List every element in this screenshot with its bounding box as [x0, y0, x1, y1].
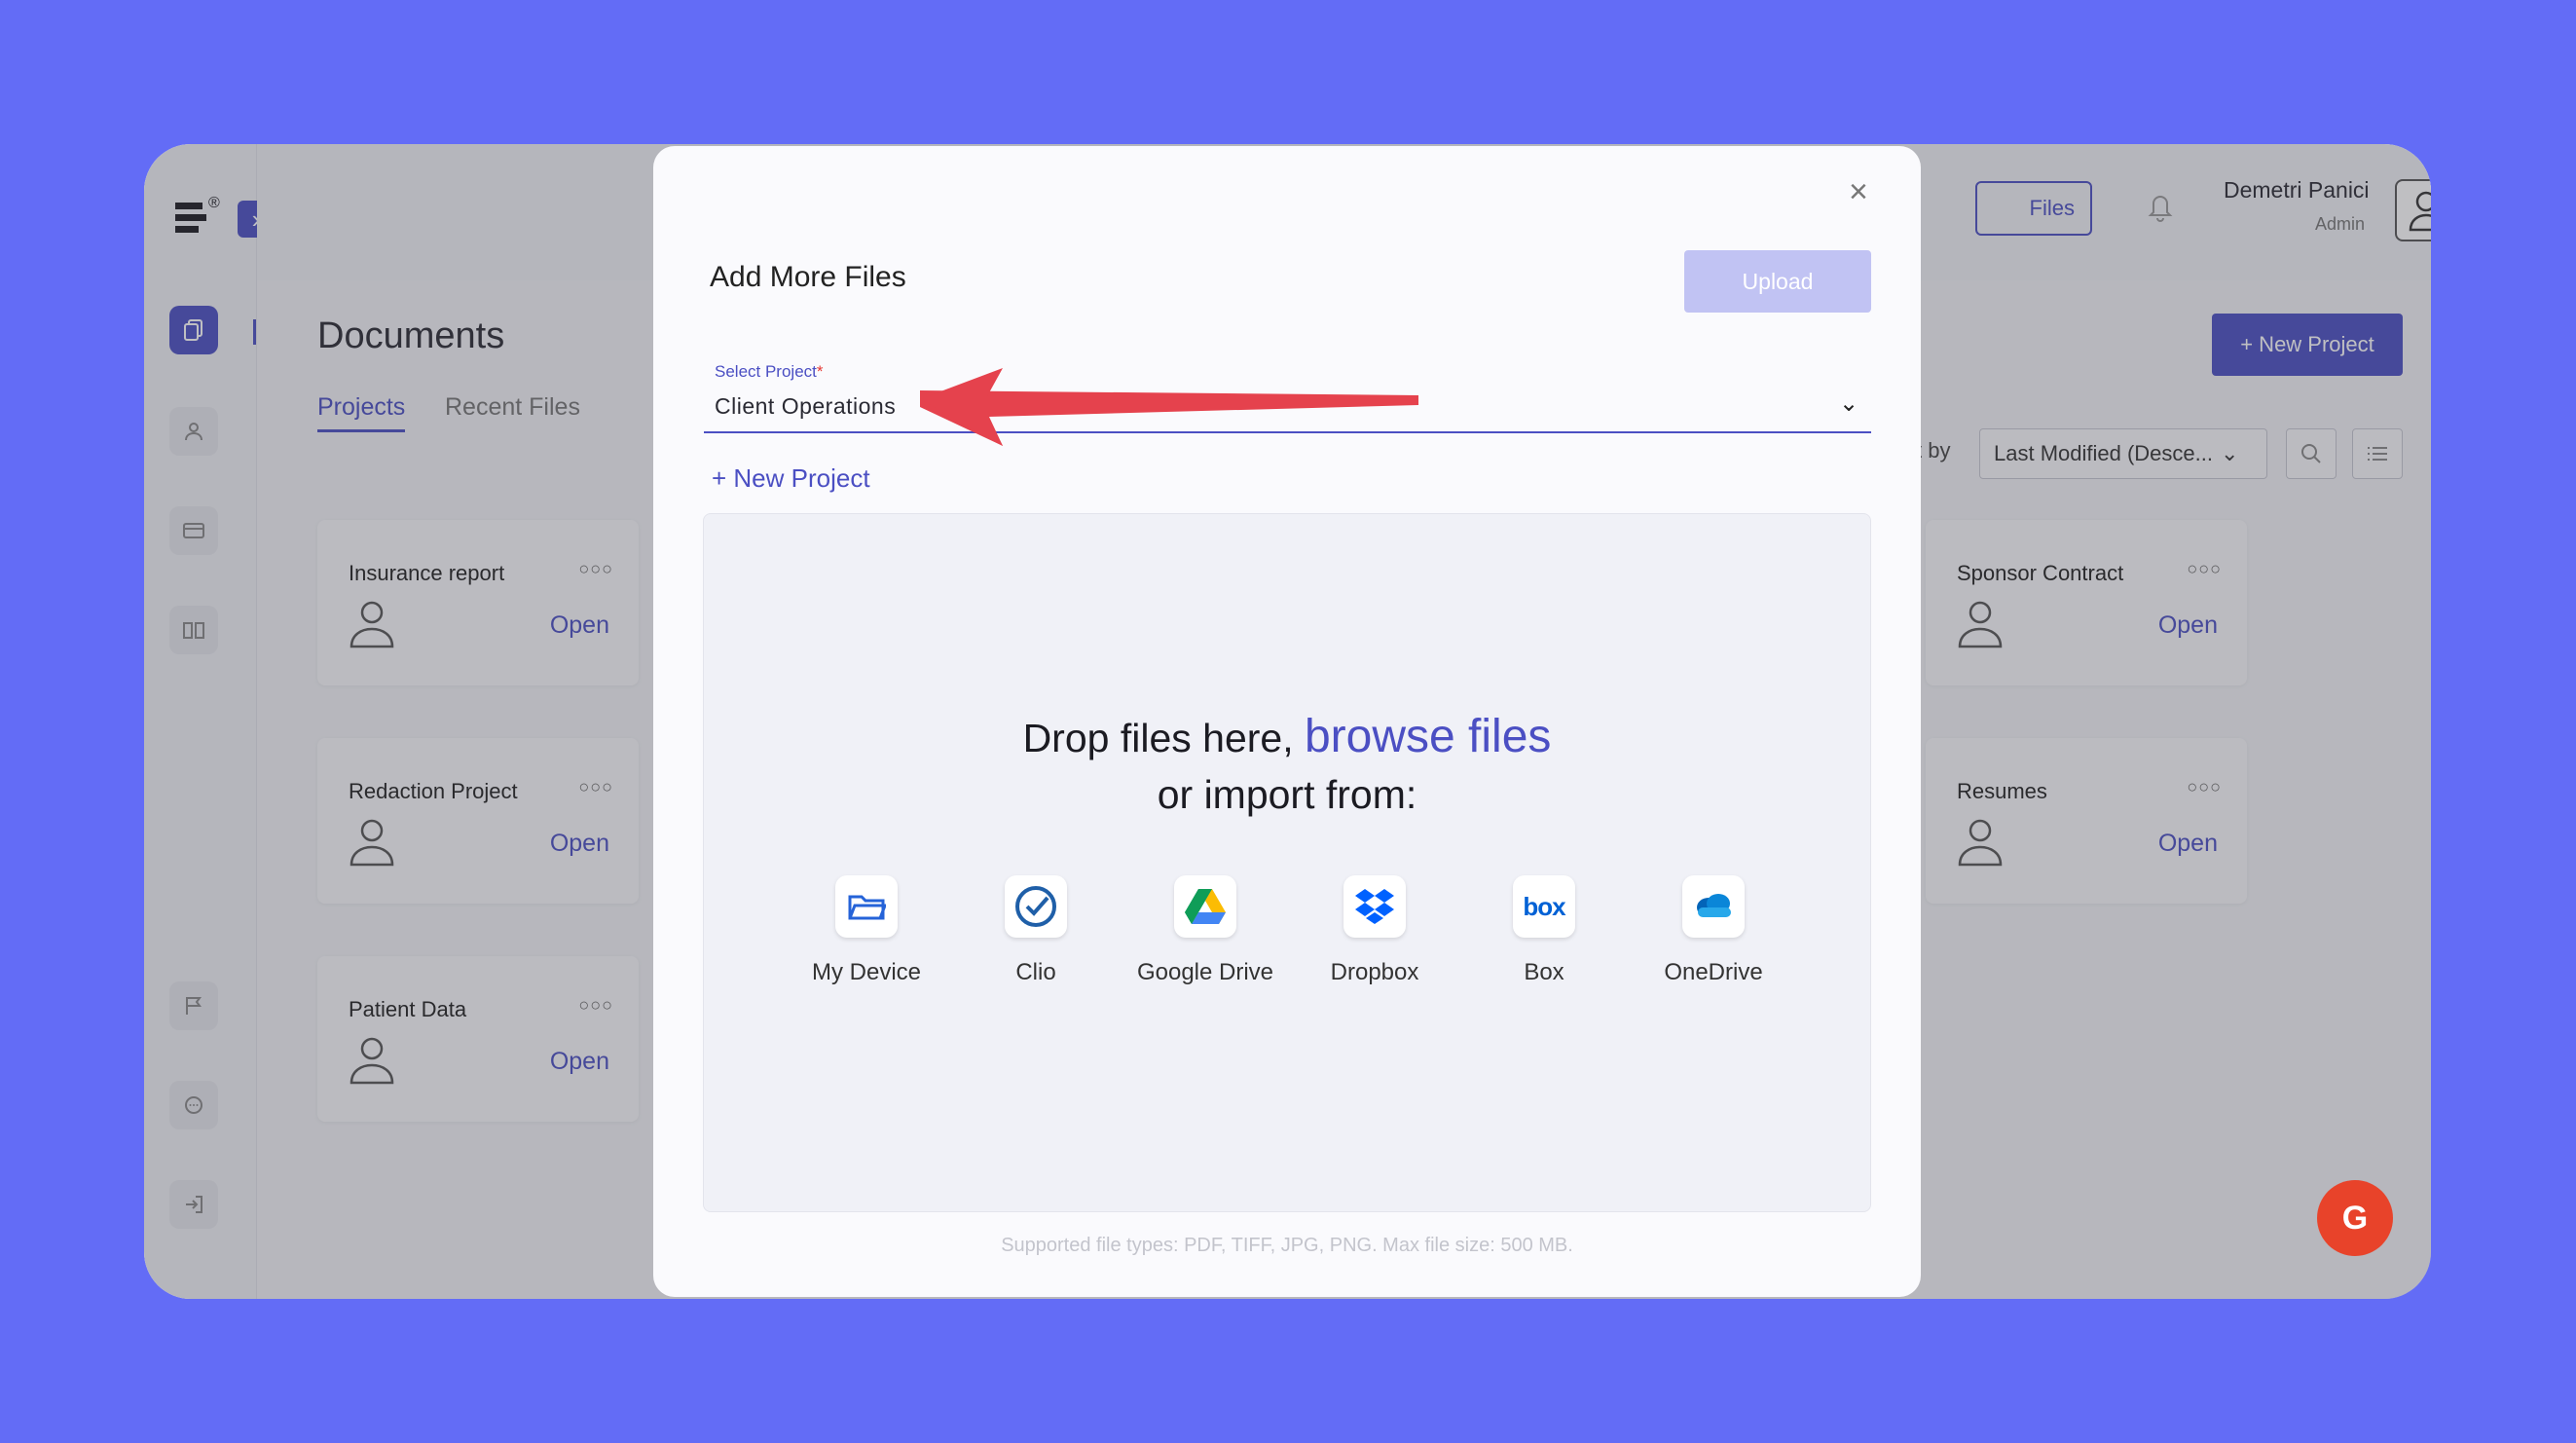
source-clio[interactable]: Clio — [951, 875, 1121, 986]
source-google-drive[interactable]: Google Drive — [1121, 875, 1290, 986]
drop-instructions: Drop files here, browse files or import … — [1022, 711, 1552, 817]
supported-file-types: Supported file types: PDF, TIFF, JPG, PN… — [1001, 1235, 1573, 1256]
onedrive-icon — [1682, 875, 1745, 938]
select-project-label: Select Project* — [715, 362, 824, 381]
modal-title: Add More Files — [710, 261, 906, 293]
select-underline — [704, 431, 1871, 433]
google-drive-icon — [1174, 875, 1236, 938]
new-project-link[interactable]: + New Project — [712, 463, 870, 494]
folder-icon — [835, 875, 898, 938]
source-my-device[interactable]: My Device — [782, 875, 951, 986]
close-icon[interactable]: × — [1849, 173, 1868, 211]
source-box[interactable]: box Box — [1459, 875, 1629, 986]
source-dropbox[interactable]: Dropbox — [1290, 875, 1459, 986]
chevron-down-icon[interactable]: ⌄ — [1839, 389, 1858, 418]
import-sources: My Device Clio Google Drive Dropbox box … — [782, 875, 1794, 992]
select-project-value[interactable]: Client Operations — [715, 393, 896, 420]
clio-icon — [1005, 875, 1067, 938]
g2-badge[interactable]: G — [2317, 1180, 2393, 1256]
box-icon: box — [1513, 875, 1575, 938]
source-onedrive[interactable]: OneDrive — [1629, 875, 1798, 986]
required-marker: * — [816, 362, 824, 381]
file-dropzone[interactable]: Drop files here, browse files or import … — [703, 513, 1871, 1212]
dropbox-icon — [1343, 875, 1406, 938]
add-files-modal: × Add More Files Upload Select Project* … — [653, 146, 1921, 1297]
browse-files-link[interactable]: browse files — [1305, 711, 1551, 762]
upload-button[interactable]: Upload — [1684, 250, 1871, 313]
